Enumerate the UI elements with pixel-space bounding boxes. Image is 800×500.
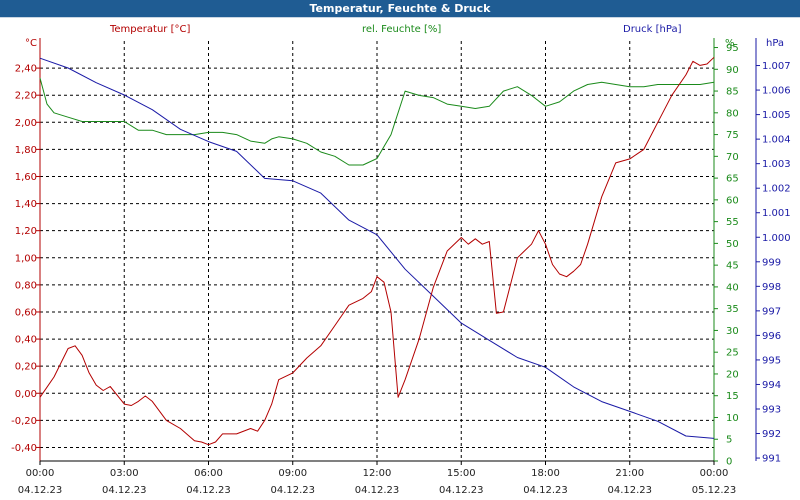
pressure-tick-label: 1.005 (762, 110, 791, 121)
temperature-tick-label: 2,20 (15, 91, 37, 102)
humidity-tick-label: 10 (726, 413, 739, 424)
x-tick-time-label: 21:00 (615, 468, 644, 479)
humidity-tick-label: 30 (726, 326, 739, 337)
temperature-tick-label: 2,00 (15, 118, 37, 129)
humidity-tick-label: 75 (726, 130, 739, 141)
humidity-tick-label: 25 (726, 348, 739, 359)
chart-ticks: -0,40 -0,20 0,00 0,20 0,40 0,60 0,80 1,00 1,20 1,… (11, 43, 791, 496)
humidity-tick-label: 35 (726, 304, 739, 315)
x-tick-date-label: 04.12.23 (18, 485, 63, 496)
x-tick-date-label: 04.12.23 (186, 485, 231, 496)
temperature-tick-label: 0,20 (15, 362, 37, 373)
climate-line-chart: -0,40 -0,20 0,00 0,20 0,40 0,60 0,80 1,00 1,20 1,… (11, 38, 791, 496)
pressure-tick-label: 1.001 (762, 208, 791, 219)
x-tick-time-label: 12:00 (363, 468, 392, 479)
x-tick-time-label: 18:00 (531, 468, 560, 479)
x-tick-date-label: 04.12.23 (439, 485, 484, 496)
pressure-tick-label: 995 (762, 355, 781, 366)
x-tick-time-label: 03:00 (110, 468, 139, 479)
pressure-tick-label: 1.007 (762, 61, 791, 72)
humidity-tick-label: 40 (726, 282, 739, 293)
humidity-tick-label: 45 (726, 261, 739, 272)
pressure-tick-label: 992 (762, 429, 781, 440)
humidity-tick-label: 95 (726, 43, 739, 54)
humidity-tick-label: 90 (726, 65, 739, 76)
pressure-tick-label: 998 (762, 282, 781, 293)
humidity-tick-label: 85 (726, 87, 739, 98)
pressure-tick-label: 1.003 (762, 159, 791, 170)
temperature-tick-label: 0,80 (15, 280, 37, 291)
humidity-tick-label: 5 (726, 435, 732, 446)
humidity-tick-label: 55 (726, 217, 739, 228)
x-tick-date-label: 04.12.23 (270, 485, 315, 496)
humidity-tick-label: 60 (726, 195, 739, 206)
humidity-tick-label: 80 (726, 108, 739, 119)
pressure-tick-label: 1.006 (762, 86, 791, 97)
x-tick-date-label: 04.12.23 (607, 485, 652, 496)
pressure-tick-label: 999 (762, 257, 781, 268)
x-tick-date-label: 04.12.23 (355, 485, 400, 496)
x-tick-date-label: 04.12.23 (523, 485, 568, 496)
x-tick-time-label: 00:00 (700, 468, 729, 479)
temperature-tick-label: -0,40 (11, 443, 37, 454)
humidity-tick-label: 20 (726, 369, 739, 380)
pressure-tick-label: 993 (762, 404, 781, 415)
temperature-tick-label: 0,40 (15, 335, 37, 346)
pressure-tick-label: 996 (762, 331, 781, 342)
pressure-tick-label: 997 (762, 306, 781, 317)
temperature-tick-label: 1,60 (15, 172, 37, 183)
pressure-tick-label: 1.000 (762, 233, 791, 244)
x-tick-time-label: 06:00 (194, 468, 223, 479)
humidity-tick-label: 0 (726, 457, 732, 468)
x-tick-time-label: 09:00 (278, 468, 307, 479)
temperature-tick-label: 1,80 (15, 145, 37, 156)
temperature-tick-label: 0,00 (15, 389, 37, 400)
pressure-tick-label: 994 (762, 380, 781, 391)
temperature-tick-label: 1,00 (15, 253, 37, 264)
temperature-tick-label: 2,40 (15, 64, 37, 75)
x-tick-time-label: 15:00 (447, 468, 476, 479)
pressure-tick-label: 1.004 (762, 135, 791, 146)
humidity-tick-label: 65 (726, 174, 739, 185)
x-tick-date-label: 04.12.23 (102, 485, 147, 496)
temperature-tick-label: 0,60 (15, 307, 37, 318)
pressure-tick-label: 1.002 (762, 184, 791, 195)
humidity-tick-label: 70 (726, 152, 739, 163)
humidity-tick-label: 15 (726, 391, 739, 402)
x-tick-date-label: 05.12.23 (692, 485, 737, 496)
temperature-tick-label: -0,20 (11, 416, 37, 427)
pressure-tick-label: 991 (762, 454, 781, 465)
x-tick-time-label: 00:00 (26, 468, 55, 479)
temperature-tick-label: 1,40 (15, 199, 37, 210)
temperature-tick-label: 1,20 (15, 226, 37, 237)
humidity-tick-label: 50 (726, 239, 739, 250)
